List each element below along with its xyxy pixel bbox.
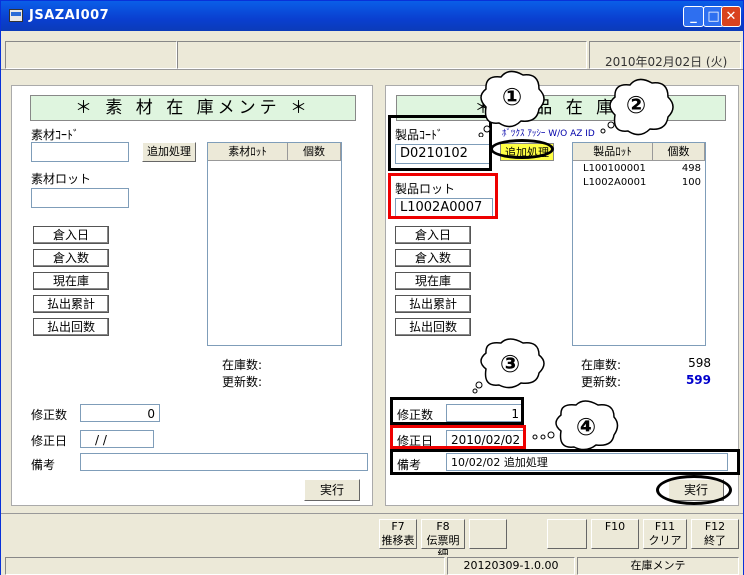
stock-in-date-button[interactable]: 倉入日 <box>33 226 109 244</box>
col-header-lot: 製品ﾛｯﾄ <box>573 143 653 161</box>
issue-count-button[interactable]: 払出回数 <box>395 318 471 336</box>
edit-date-input[interactable]: / / <box>80 430 154 448</box>
edit-count-label: 修正数 <box>31 408 68 422</box>
stock-in-qty-button[interactable]: 倉入数 <box>395 249 471 267</box>
note-input[interactable] <box>80 453 368 471</box>
update-count-value: 599 <box>685 373 711 387</box>
note-label: 備考 <box>31 458 56 472</box>
f10-button[interactable]: F10 <box>591 519 639 549</box>
f11-key: F11 <box>654 520 676 533</box>
list-item-qty: 498 <box>681 163 701 174</box>
f12-key: F12 <box>704 520 726 533</box>
status-cell <box>5 557 445 575</box>
close-button[interactable]: ✕ <box>721 6 741 27</box>
stock-count-value: 598 <box>688 356 711 370</box>
material-lot-input[interactable] <box>31 188 129 208</box>
list-item-lot[interactable]: L1002A0001 <box>583 177 646 188</box>
issue-count-button[interactable]: 払出回数 <box>33 318 109 336</box>
add-process-button[interactable]: 追加処理 <box>142 142 196 162</box>
annotation-box-lot <box>388 173 498 219</box>
material-stock-panel: ＊ 素 材 在 庫メンテ ＊ 素材ｺｰﾄﾞ 追加処理 素材ロット 素材ﾛｯﾄ 個… <box>11 85 373 506</box>
annotation-ellipse-2 <box>490 139 554 159</box>
product-lot-list[interactable]: 製品ﾛｯﾄ 個数 L100100001 498 L1002A0001 100 <box>572 142 706 346</box>
f12-label: 終了 <box>704 534 726 547</box>
f7-button[interactable]: F7 推移表 <box>379 519 417 549</box>
f10-key: F10 <box>604 520 626 533</box>
callout-number-2: ② <box>625 91 647 119</box>
annotation-box-3 <box>390 397 524 425</box>
annotation-ellipse-exec <box>656 475 732 505</box>
f-blank-button[interactable] <box>547 519 587 549</box>
title-bar: JSAZAI007 _ □ ✕ <box>1 1 743 31</box>
callout-number-3: ③ <box>499 350 521 378</box>
callout-number-4: ④ <box>575 413 597 441</box>
execute-button[interactable]: 実行 <box>304 479 360 501</box>
list-item-qty: 100 <box>681 177 701 188</box>
col-header-qty: 個数 <box>288 143 341 161</box>
f8-key: F8 <box>436 520 450 533</box>
callout-number-1: ① <box>501 83 523 111</box>
material-code-input[interactable] <box>31 142 129 162</box>
stock-count-label: 在庫数: <box>222 358 263 372</box>
update-count-label: 更新数: <box>581 375 622 389</box>
stock-count-label: 在庫数: <box>581 358 622 372</box>
edit-count-input[interactable]: 0 <box>80 404 160 422</box>
issue-total-button[interactable]: 払出累計 <box>33 295 109 313</box>
f11-label: クリア <box>648 534 682 547</box>
current-stock-button[interactable]: 現在庫 <box>33 272 109 290</box>
f11-button[interactable]: F11 クリア <box>643 519 687 549</box>
current-date: 2010年02月02日 (火) <box>605 55 728 69</box>
f9-button[interactable] <box>469 519 507 549</box>
update-count-label: 更新数: <box>222 375 263 389</box>
f12-button[interactable]: F12 終了 <box>691 519 739 549</box>
status-cell <box>5 41 177 69</box>
stock-in-qty-button[interactable]: 倉入数 <box>33 249 109 267</box>
material-lot-label: 素材ロット <box>31 172 92 186</box>
f7-key: F7 <box>391 520 405 533</box>
edit-date-label: 修正日 <box>31 434 68 448</box>
screen-name-cell: 在庫メンテ <box>577 557 739 575</box>
material-code-label: 素材ｺｰﾄﾞ <box>31 128 80 142</box>
f7-label: 推移表 <box>381 534 415 547</box>
f8-button[interactable]: F8 伝票明細 <box>421 519 465 561</box>
annotation-box-date <box>390 425 526 449</box>
version-cell: 20120309-1.0.00 <box>447 557 575 575</box>
window-title: JSAZAI007 <box>29 8 110 23</box>
stock-in-date-button[interactable]: 倉入日 <box>395 226 471 244</box>
current-stock-button[interactable]: 現在庫 <box>395 272 471 290</box>
col-header-qty: 個数 <box>653 143 705 161</box>
minimize-button[interactable]: _ <box>683 6 704 27</box>
app-icon <box>9 9 23 22</box>
col-header-lot: 素材ﾛｯﾄ <box>208 143 288 161</box>
issue-total-button[interactable]: 払出累計 <box>395 295 471 313</box>
status-cell <box>177 41 587 69</box>
material-lot-list[interactable]: 素材ﾛｯﾄ 個数 <box>207 142 342 346</box>
list-item-lot[interactable]: L100100001 <box>583 163 646 174</box>
application-window: JSAZAI007 _ □ ✕ 2010年02月02日 (火) ＊ 素 材 在 … <box>0 0 744 575</box>
panel-title: ＊ 素 材 在 庫メンテ ＊ <box>30 95 356 121</box>
